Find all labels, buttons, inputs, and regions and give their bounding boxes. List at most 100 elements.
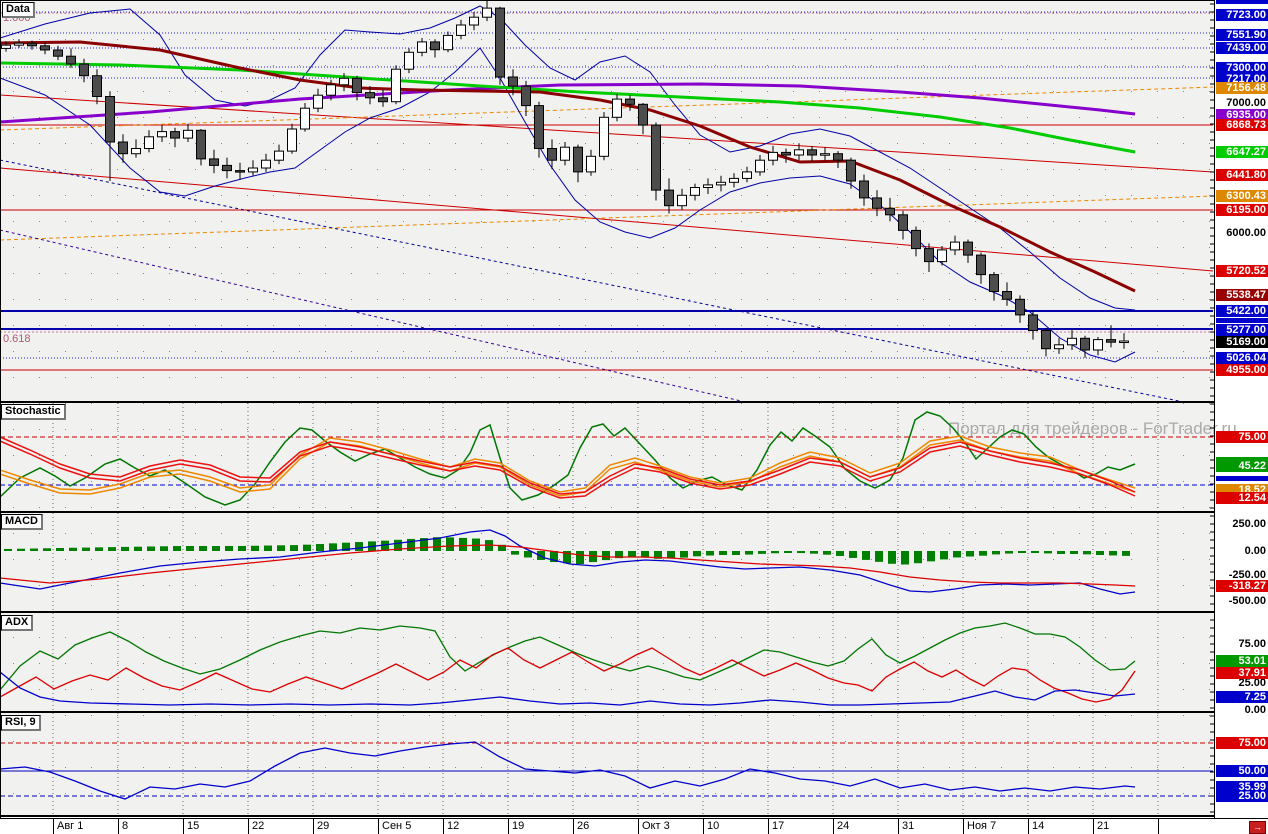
time-axis-separator: [313, 819, 314, 834]
macd-histogram-bar: [1057, 551, 1065, 554]
candle-up: [248, 167, 258, 173]
candle-down: [976, 254, 986, 276]
candle-up: [417, 41, 427, 53]
time-axis-label: Сен 5: [382, 820, 412, 832]
time-axis-label: Авг 1: [57, 820, 84, 832]
indicator-header-rsi9[interactable]: RSI, 9: [1, 715, 41, 731]
price-axis-badge: 7156.48: [1216, 82, 1268, 94]
time-axis-label: 10: [707, 820, 720, 832]
candle-up: [794, 149, 804, 156]
candle-down: [911, 229, 921, 250]
macd-histogram-bar: [862, 551, 870, 560]
rsi-axis-badge: 50.00: [1216, 765, 1268, 777]
macd-histogram-bar: [212, 546, 220, 551]
candle-down: [92, 75, 102, 97]
price-axis-badge: 5720.52: [1216, 265, 1268, 277]
macd-histogram-bar: [186, 546, 194, 551]
candle-down: [222, 164, 232, 172]
macd-histogram-bar: [940, 551, 948, 560]
adx-axis-badge: 7.25: [1216, 691, 1268, 703]
candle-up: [456, 24, 466, 36]
time-axis-label: 8: [122, 820, 129, 832]
candle-down: [1080, 337, 1090, 351]
time-axis-separator: [53, 819, 54, 834]
candle-down: [27, 42, 37, 47]
macd-histogram-bar: [1044, 551, 1052, 554]
time-axis-separator: [898, 819, 899, 834]
macd-histogram-bar: [888, 551, 896, 564]
time-axis-separator: [768, 819, 769, 834]
macd-histogram-bar: [732, 551, 740, 555]
chart-canvas[interactable]: Портал для трейдеров - ForTrader.ru: [0, 0, 1268, 818]
candle-down: [625, 98, 635, 105]
candle-down: [79, 63, 89, 77]
price-axis-badge: 5169.00: [1216, 336, 1268, 348]
macd-axis-label: 250.00: [1232, 518, 1266, 530]
macd-histogram-bar: [524, 551, 532, 558]
price-axis-badge: 6195.00: [1216, 204, 1268, 216]
macd-histogram-bar: [1096, 551, 1104, 555]
price-axis-badge: 5538.47: [1216, 289, 1268, 301]
macd-histogram-bar: [43, 548, 51, 551]
rsi-axis-badge: 25.00: [1216, 790, 1268, 802]
candle-up: [274, 150, 284, 161]
time-axis-separator: [183, 819, 184, 834]
time-axis-label: 19: [512, 820, 525, 832]
price-axis-badge: 7551.90: [1216, 29, 1268, 41]
candle-up: [560, 146, 570, 161]
candle-up: [1119, 340, 1129, 344]
candle-up: [586, 155, 596, 173]
candle-down: [495, 7, 505, 78]
candle-up: [157, 131, 167, 138]
price-axis-badge: 6647.27: [1216, 146, 1268, 158]
time-axis-label: 15: [187, 820, 200, 832]
indicator-header-adx[interactable]: ADX: [1, 615, 34, 631]
price-axis-badge: 5277.00: [1216, 324, 1268, 336]
time-axis-separator: [963, 819, 964, 834]
candle-up: [703, 184, 713, 188]
macd-histogram-bar: [992, 551, 1000, 555]
candle-down: [989, 274, 999, 293]
macd-histogram-bar: [1083, 551, 1091, 555]
candle-down: [833, 153, 843, 161]
macd-axis-label: -500.00: [1228, 595, 1266, 607]
price-axis-badge: [1216, 317, 1268, 323]
time-axis-separator: [508, 819, 509, 834]
macd-histogram-bar: [251, 545, 259, 551]
time-axis-separator: [248, 819, 249, 834]
time-axis-separator: [378, 819, 379, 834]
candle-up: [131, 148, 141, 155]
candle-up: [1054, 344, 1064, 350]
time-axis-label: Окт 3: [642, 820, 670, 832]
candle-down: [1028, 314, 1038, 331]
candle-up: [742, 171, 752, 179]
candle-down: [1015, 298, 1025, 316]
macd-histogram-bar: [836, 551, 844, 556]
candle-up: [287, 128, 297, 152]
candle-up: [820, 153, 830, 156]
scroll-to-end-icon[interactable]: →: [1249, 821, 1266, 834]
macd-histogram-bar: [225, 546, 233, 551]
candle-down: [898, 214, 908, 231]
stochastic-axis-badge: 45.22: [1216, 460, 1268, 472]
macd-histogram-bar: [927, 551, 935, 562]
stochastic-axis-badge: 12.54: [1216, 492, 1268, 504]
candle-up: [729, 177, 739, 183]
indicator-header-stochastic[interactable]: Stochastic: [1, 404, 66, 420]
macd-histogram-bar: [979, 551, 987, 556]
macd-histogram-bar: [849, 551, 857, 558]
macd-histogram-bar: [238, 545, 246, 551]
candle-up: [716, 181, 726, 186]
time-axis-label: 21: [1097, 820, 1110, 832]
macd-histogram-bar: [69, 547, 77, 551]
macd-histogram-bar: [446, 537, 454, 551]
macd-histogram-bar: [576, 551, 584, 564]
time-axis-separator: [573, 819, 574, 834]
indicator-header-macd[interactable]: MACD: [1, 514, 43, 530]
macd-histogram-bar: [745, 551, 753, 555]
macd-histogram-bar: [277, 545, 285, 551]
macd-histogram-bar: [290, 545, 298, 551]
adx-axis-label: 75.00: [1238, 638, 1266, 650]
candle-down: [547, 148, 557, 161]
data-window-button[interactable]: Data: [2, 2, 35, 18]
